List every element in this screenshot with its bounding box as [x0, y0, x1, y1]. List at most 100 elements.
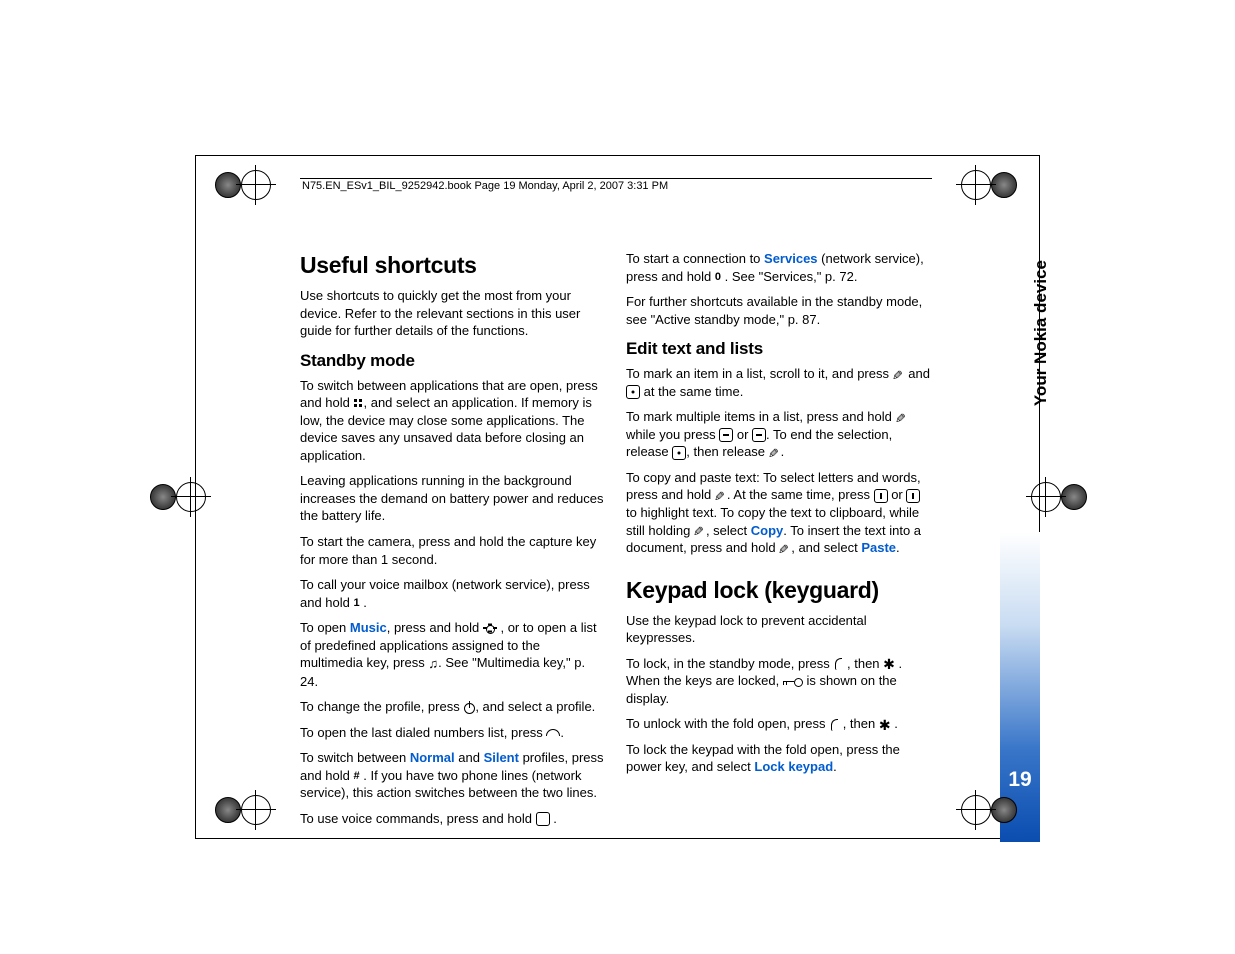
side-tab-label: Your Nokia device — [1031, 260, 1051, 406]
text: To use voice commands, press and hold — [300, 811, 536, 826]
link-music[interactable]: Music — [350, 620, 387, 635]
text: and — [455, 750, 484, 765]
text: To open — [300, 620, 350, 635]
registration-mark-icon — [965, 160, 1015, 210]
registration-mark-icon — [1035, 472, 1085, 522]
text: , and select a profile. — [475, 699, 595, 714]
text: while you press — [626, 427, 719, 442]
heading-keypad-lock: Keypad lock (keyguard) — [626, 575, 932, 606]
multimedia-key-icon — [483, 624, 497, 634]
intro-paragraph: Use shortcuts to quickly get the most fr… — [300, 287, 606, 340]
call-key-icon — [546, 729, 560, 737]
header-rule — [300, 178, 932, 179]
text: at the same time. — [644, 384, 744, 399]
star-key-icon: ✱ — [883, 659, 895, 669]
scroll-center-icon — [672, 446, 686, 460]
text: To start a connection to — [626, 251, 764, 266]
text: To mark multiple items in a list, press … — [626, 409, 896, 424]
text: , and select — [791, 540, 861, 555]
p-lock-fold-open: To lock the keypad with the fold open, p… — [626, 741, 932, 776]
scroll-center-icon — [626, 385, 640, 399]
left-selection-key-icon — [829, 719, 839, 731]
column-left: Useful shortcuts Use shortcuts to quickl… — [300, 250, 606, 835]
text: . — [896, 540, 900, 555]
registration-mark-icon — [965, 785, 1015, 835]
p-keypad-intro: Use the keypad lock to prevent accidenta… — [626, 612, 932, 647]
key-0-icon: 0 — [715, 270, 721, 285]
registration-mark-icon — [150, 472, 200, 522]
p-mark-item: To mark an item in a list, scroll to it,… — [626, 365, 932, 400]
text: . — [560, 725, 564, 740]
hash-key-icon: # — [354, 769, 360, 784]
p-camera: To start the camera, press and hold the … — [300, 533, 606, 568]
heading-standby-mode: Standby mode — [300, 350, 606, 373]
registration-mark-icon — [215, 785, 265, 835]
header-text: N75.EN_ESv1_BIL_9252942.book Page 19 Mon… — [302, 180, 668, 192]
link-normal[interactable]: Normal — [410, 750, 455, 765]
text: . — [833, 759, 837, 774]
key-1-icon: 1 — [354, 596, 360, 611]
scroll-up-icon — [752, 428, 766, 442]
star-key-icon: ✱ — [879, 720, 891, 730]
edit-key-icon — [893, 369, 905, 381]
column-right: To start a connection to Services (netwo… — [626, 250, 932, 835]
edit-key-icon — [896, 412, 908, 424]
text: To switch between — [300, 750, 410, 765]
p-lock: To lock, in the standby mode, press , th… — [626, 655, 932, 708]
p-battery-note: Leaving applications running in the back… — [300, 472, 606, 525]
link-lock-keypad[interactable]: Lock keypad — [754, 759, 833, 774]
text: or — [891, 487, 906, 502]
p-further-shortcuts: For further shortcuts available in the s… — [626, 293, 932, 328]
registration-mark-icon — [215, 160, 265, 210]
menu-key-icon — [354, 399, 364, 409]
edit-key-icon — [779, 543, 791, 555]
text: To open the last dialed numbers list, pr… — [300, 725, 546, 740]
p-voicemail: To call your voice mailbox (network serv… — [300, 576, 606, 611]
text: , press and hold — [387, 620, 483, 635]
text: . — [894, 716, 898, 731]
heading-edit-text: Edit text and lists — [626, 338, 932, 361]
p-profile: To change the profile, press , and selec… — [300, 698, 606, 716]
right-selection-key-icon — [536, 812, 550, 826]
p-voice-commands: To use voice commands, press and hold . — [300, 810, 606, 828]
text: . — [553, 811, 557, 826]
link-paste[interactable]: Paste — [861, 540, 896, 555]
text: To lock, in the standby mode, press — [626, 656, 833, 671]
text: and — [908, 366, 930, 381]
key-lock-icon — [783, 677, 803, 687]
p-mark-multiple: To mark multiple items in a list, press … — [626, 408, 932, 461]
scroll-down-icon — [719, 428, 733, 442]
text: To change the profile, press — [300, 699, 463, 714]
p-normal-silent: To switch between Normal and Silent prof… — [300, 749, 606, 802]
power-key-icon — [463, 702, 475, 714]
text: . See "Services," p. 72. — [725, 269, 858, 284]
p-unlock: To unlock with the fold open, press , th… — [626, 715, 932, 733]
scroll-left-icon — [874, 489, 888, 503]
p-copy-paste: To copy and paste text: To select letter… — [626, 469, 932, 557]
text: . At the same time, press — [727, 487, 874, 502]
text: . — [363, 595, 367, 610]
edit-key-icon — [715, 490, 727, 502]
p-music: To open Music, press and hold , or to op… — [300, 619, 606, 690]
content-area: Useful shortcuts Use shortcuts to quickl… — [300, 250, 932, 835]
link-silent[interactable]: Silent — [484, 750, 519, 765]
heading-useful-shortcuts: Useful shortcuts — [300, 250, 606, 281]
link-services[interactable]: Services — [764, 251, 818, 266]
music-note-icon: ♫ — [428, 655, 438, 673]
left-selection-key-icon — [833, 658, 843, 670]
edit-key-icon — [694, 525, 706, 537]
p-services: To start a connection to Services (netwo… — [626, 250, 932, 285]
p-switch-apps: To switch between applications that are … — [300, 377, 606, 465]
scroll-right-icon — [906, 489, 920, 503]
text: , then release — [686, 444, 768, 459]
text: To unlock with the fold open, press — [626, 716, 829, 731]
text: , then — [847, 656, 883, 671]
edit-key-icon — [769, 447, 781, 459]
text: , select — [706, 523, 751, 538]
text: To mark an item in a list, scroll to it,… — [626, 366, 893, 381]
text: . — [781, 444, 785, 459]
link-copy[interactable]: Copy — [751, 523, 784, 538]
text: or — [737, 427, 752, 442]
text: , then — [843, 716, 879, 731]
text: To call your voice mailbox (network serv… — [300, 577, 590, 610]
